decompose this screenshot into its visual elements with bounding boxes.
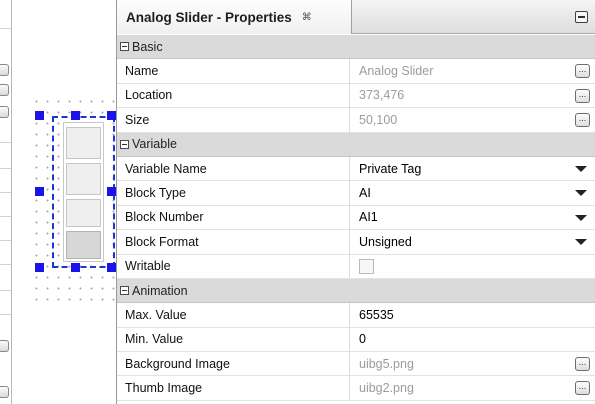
divider [0, 264, 11, 265]
property-value[interactable]: AI [351, 181, 595, 204]
property-value: uibg5.png [359, 356, 414, 371]
slider-thumb[interactable] [66, 231, 101, 259]
divider [0, 142, 11, 143]
close-tab-icon[interactable]: ⌘ [302, 12, 312, 23]
property-row-max-value[interactable]: Max. Value 65535 [117, 303, 595, 328]
left-panel-button[interactable] [0, 64, 9, 76]
property-row-block-format[interactable]: Block Format Unsigned [117, 230, 595, 255]
divider [0, 192, 11, 193]
writable-checkbox[interactable] [359, 258, 374, 274]
property-label: Block Format [117, 230, 350, 254]
collapse-icon[interactable] [120, 286, 129, 296]
property-row-name[interactable]: Name Analog Slider ... [117, 59, 595, 84]
dropdown-arrow-icon[interactable] [575, 239, 587, 246]
divider [0, 290, 11, 291]
property-row-block-type[interactable]: Block Type AI [117, 181, 595, 206]
property-value[interactable]: Private Tag [351, 157, 595, 180]
category-label: Animation [132, 283, 188, 298]
properties-panel: Analog Slider - Properties ⌘ Basic Name … [116, 0, 595, 404]
resize-handle-bottom[interactable] [71, 263, 80, 272]
property-row-size[interactable]: Size 50,100 ... [117, 108, 595, 133]
category-basic[interactable]: Basic [117, 35, 595, 60]
track-segment [66, 199, 101, 227]
left-panel-edge [0, 0, 12, 404]
resize-handle-left[interactable] [35, 187, 44, 196]
resize-handle-top[interactable] [71, 111, 80, 120]
ellipsis-button[interactable]: ... [575, 64, 590, 79]
ellipsis-button[interactable]: ... [575, 88, 590, 103]
dropdown-arrow-icon[interactable] [575, 165, 587, 172]
resize-handle-top-right[interactable] [107, 111, 116, 120]
property-value[interactable]: 0 [351, 328, 595, 351]
property-value: uibg2.png [359, 381, 414, 396]
left-panel-button[interactable] [0, 386, 9, 398]
category-animation[interactable]: Animation [117, 278, 595, 304]
minimize-icon[interactable] [575, 11, 588, 23]
category-label: Variable [132, 137, 177, 152]
divider [0, 28, 11, 29]
property-value [351, 255, 595, 278]
resize-handle-bottom-right[interactable] [107, 263, 116, 272]
property-row-block-number[interactable]: Block Number AI1 [117, 205, 595, 231]
property-row-min-value[interactable]: Min. Value 0 [117, 327, 595, 353]
property-label: Block Number [117, 205, 350, 230]
dropdown-arrow-icon[interactable] [575, 190, 587, 197]
collapse-icon[interactable] [120, 139, 129, 149]
property-value: 50,100 [359, 112, 398, 127]
property-label: Max. Value [117, 303, 350, 327]
left-panel-button[interactable] [0, 340, 9, 352]
divider [0, 314, 11, 315]
track-segment [66, 127, 101, 159]
resize-handle-top-left[interactable] [35, 111, 44, 120]
panel-title: Analog Slider - Properties [126, 9, 292, 25]
property-grid: Basic Name Analog Slider ... Location 37… [117, 35, 595, 401]
ellipsis-button[interactable]: ... [575, 113, 590, 128]
divider [0, 168, 11, 169]
design-canvas[interactable] [13, 0, 123, 404]
property-label: Name [117, 59, 350, 83]
divider [0, 240, 11, 241]
property-row-writable[interactable]: Writable [117, 254, 595, 279]
ellipsis-button[interactable]: ... [575, 381, 590, 396]
property-value[interactable]: Unsigned [351, 230, 595, 253]
property-row-thumb-image[interactable]: Thumb Image uibg2.png ... [117, 376, 595, 401]
property-label: Location [117, 83, 350, 108]
ellipsis-button[interactable]: ... [575, 357, 590, 372]
property-label: Block Type [117, 181, 350, 205]
property-row-variable-name[interactable]: Variable Name Private Tag [117, 156, 595, 182]
properties-header: Analog Slider - Properties ⌘ [117, 0, 595, 34]
property-label: Min. Value [117, 327, 350, 352]
slider-track [63, 122, 104, 262]
property-value: Analog Slider [359, 64, 434, 79]
collapse-icon[interactable] [120, 42, 129, 52]
property-row-background-image[interactable]: Background Image uibg5.png ... [117, 352, 595, 377]
property-value[interactable]: AI1 [351, 206, 595, 229]
property-label: Writable [117, 254, 350, 278]
property-label: Variable Name [117, 156, 350, 181]
resize-handle-bottom-left[interactable] [35, 263, 44, 272]
property-value[interactable]: 65535 [351, 303, 595, 326]
property-value: 373,476 [359, 88, 405, 103]
analog-slider-widget[interactable] [52, 116, 115, 268]
property-label: Size [117, 108, 350, 132]
left-panel-button[interactable] [0, 106, 9, 118]
category-variable[interactable]: Variable [117, 132, 595, 157]
category-label: Basic [132, 39, 163, 54]
left-panel-button[interactable] [0, 84, 9, 96]
property-row-location[interactable]: Location 373,476 ... [117, 83, 595, 109]
resize-handle-right[interactable] [107, 187, 116, 196]
track-segment [66, 163, 101, 195]
divider [0, 216, 11, 217]
property-label: Thumb Image [117, 376, 350, 400]
properties-tab[interactable]: Analog Slider - Properties ⌘ [117, 0, 352, 34]
dropdown-arrow-icon[interactable] [575, 214, 587, 221]
property-label: Background Image [117, 352, 350, 376]
